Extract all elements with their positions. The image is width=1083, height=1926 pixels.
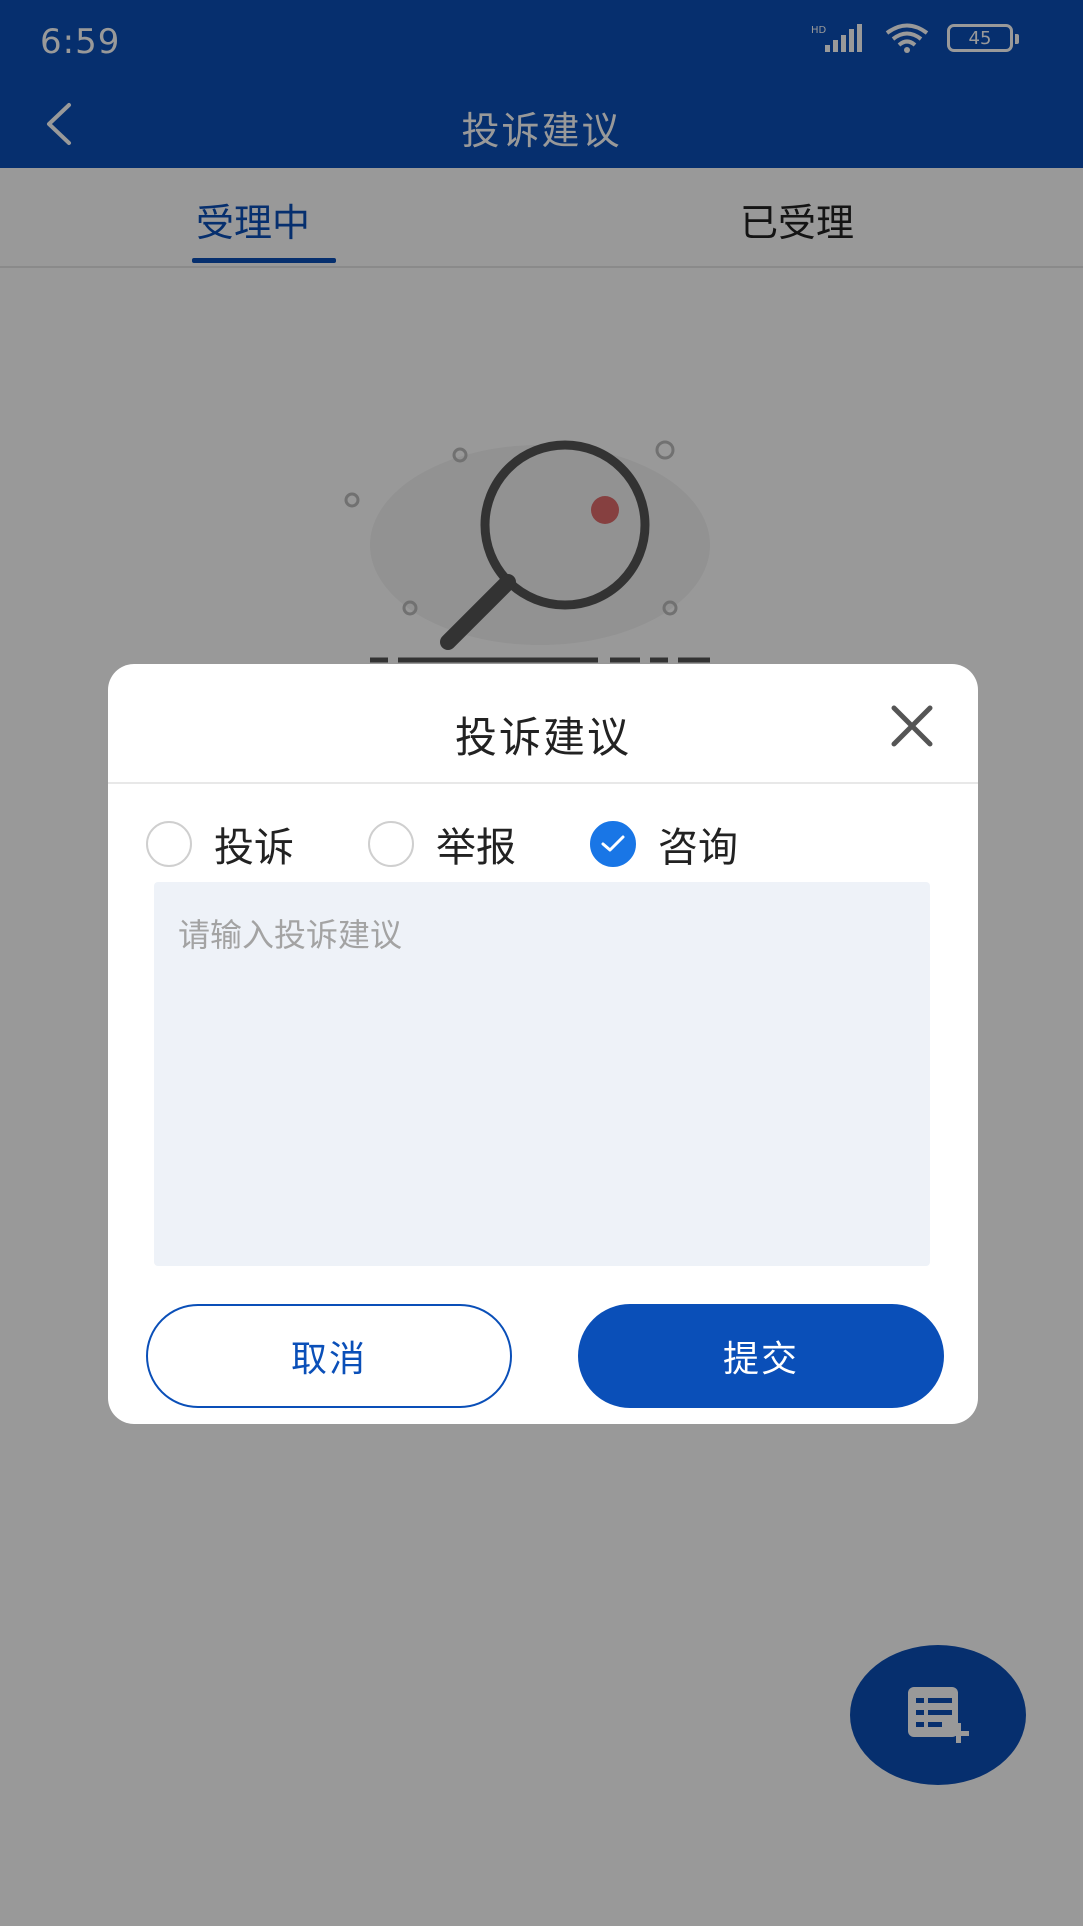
radio-circle-unchecked[interactable]: [368, 821, 414, 867]
radio-label: 投诉: [214, 825, 294, 871]
radio-consult[interactable]: 咨询: [590, 814, 738, 874]
close-icon: [891, 705, 933, 747]
check-icon: [601, 835, 625, 852]
radio-complaint[interactable]: 投诉: [146, 814, 294, 874]
radio-report[interactable]: 举报: [368, 814, 516, 874]
submit-button[interactable]: 提交: [578, 1304, 944, 1408]
dialog-title: 投诉建议: [454, 713, 631, 762]
feedback-input[interactable]: [154, 882, 930, 1266]
dialog-divider: [108, 782, 978, 784]
feedback-dialog: 投诉建议 投诉 举报 咨询 取消 提交: [108, 664, 978, 1424]
radio-circle-unchecked[interactable]: [146, 821, 192, 867]
cancel-button[interactable]: 取消: [146, 1304, 512, 1408]
radio-circle-checked[interactable]: [590, 821, 636, 867]
type-radio-group: 投诉 举报 咨询: [146, 814, 946, 874]
close-button[interactable]: [884, 698, 940, 754]
radio-label: 咨询: [658, 825, 738, 871]
radio-label: 举报: [436, 825, 516, 871]
